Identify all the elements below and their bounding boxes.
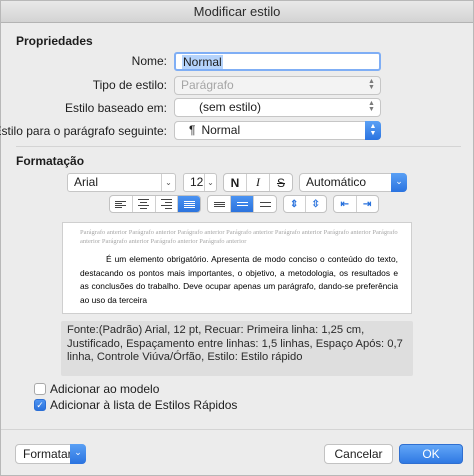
divider [16,146,461,147]
properties-heading: Propriedades [16,34,93,48]
cancel-button[interactable]: Cancelar [324,444,393,464]
font-value: Arial [74,175,99,189]
chevron-down-icon[interactable]: ⌄ [204,174,216,191]
preview-sample-text: É um elemento obrigatório. Apresenta de … [80,254,398,305]
single-spacing-button[interactable] [208,196,231,212]
formatting-heading: Formatação [16,154,85,168]
add-to-quick-styles-label: Adicionar à lista de Estilos Rápidos [50,398,238,412]
style-type-label: Tipo de estilo: [92,78,167,92]
single-spacing-icon [213,201,225,208]
previous-paragraph-ghost: Parágrafo anterior Parágrafo anterior Pa… [80,229,398,245]
align-left-button[interactable] [110,196,133,212]
name-label: Nome: [131,54,167,68]
indent-icon: ⇥ [363,198,372,210]
double-spacing-button[interactable] [254,196,276,212]
increase-indent-button[interactable]: ⇥ [357,196,379,212]
based-on-select[interactable]: (sem estilo) ▲ ▼ [174,98,381,117]
justify-button[interactable] [178,196,200,212]
style-type-select: Parágrafo ▲ ▼ [174,76,381,95]
format-menu-button[interactable]: Formatar ⌄ [15,444,86,464]
spacing-decrease-icon: ⇳ [311,198,320,210]
indent-group: ⇤ ⇥ [333,195,379,213]
modify-style-dialog: Modificar estilo Propriedades Nome: Norm… [0,0,474,476]
next-style-select[interactable]: ¶ Normal ▲ ▼ [174,121,381,140]
name-value: Normal [182,55,223,69]
font-color-select[interactable]: Automático ⌄ [299,173,407,192]
bold-button[interactable]: N [224,174,247,191]
font-size-combobox[interactable]: 12 ⌄ [183,173,217,192]
style-type-value: Parágrafo [181,78,234,92]
updown-arrows-icon: ▲ ▼ [368,78,375,91]
checkmark-icon: ✓ [36,400,44,410]
one-half-spacing-icon [236,200,248,208]
next-style-label: Estilo para o parágrafo seguinte: [0,124,167,138]
align-left-icon [115,200,127,209]
based-on-value: (sem estilo) [199,100,262,114]
align-center-icon [138,198,150,210]
font-size-value: 12 [190,175,204,189]
increase-spacing-button[interactable]: ⇕ [284,196,306,212]
add-to-quick-styles-checkbox[interactable]: ✓ [34,399,46,411]
font-combobox[interactable]: Arial ⌄ [67,173,176,192]
justify-icon [183,200,195,209]
updown-arrows-icon: ▲ ▼ [368,100,375,113]
add-to-template-label: Adicionar ao modelo [50,382,160,396]
chevron-down-icon: ⌄ [391,173,407,192]
font-color-value: Automático [306,175,367,189]
spacing-increase-icon: ⇕ [290,198,299,210]
alignment-group [109,195,201,213]
underline-button[interactable]: S [270,174,292,191]
style-preview: Parágrafo anterior Parágrafo anterior Pa… [62,222,412,314]
dialog-title: Modificar estilo [1,1,473,23]
name-input[interactable]: Normal [174,52,381,71]
outdent-icon: ⇤ [340,198,349,210]
one-half-spacing-button[interactable] [231,196,254,212]
next-style-value: Normal [201,123,241,137]
pilcrow-icon: ¶ [189,123,196,137]
chevron-down-icon: ⌄ [70,444,86,464]
updown-arrows-icon: ▲ ▼ [365,121,381,140]
style-description: Fonte:(Padrão) Arial, 12 pt, Recuar: Pri… [61,321,413,376]
chevron-down-icon[interactable]: ⌄ [161,174,175,191]
add-to-template-checkbox[interactable] [34,383,46,395]
align-center-button[interactable] [133,196,156,212]
paragraph-spacing-group: ⇕ ⇳ [283,195,327,213]
divider [1,429,473,430]
align-right-button[interactable] [156,196,179,212]
line-spacing-group [207,195,277,213]
text-style-toggles: N I S [223,173,293,192]
align-right-icon [160,198,172,210]
ok-button[interactable]: OK [399,444,463,464]
based-on-label: Estilo baseado em: [64,101,167,115]
italic-button[interactable]: I [247,174,270,191]
decrease-indent-button[interactable]: ⇤ [334,196,357,212]
decrease-spacing-button[interactable]: ⇳ [306,196,327,212]
double-spacing-icon [259,199,271,210]
